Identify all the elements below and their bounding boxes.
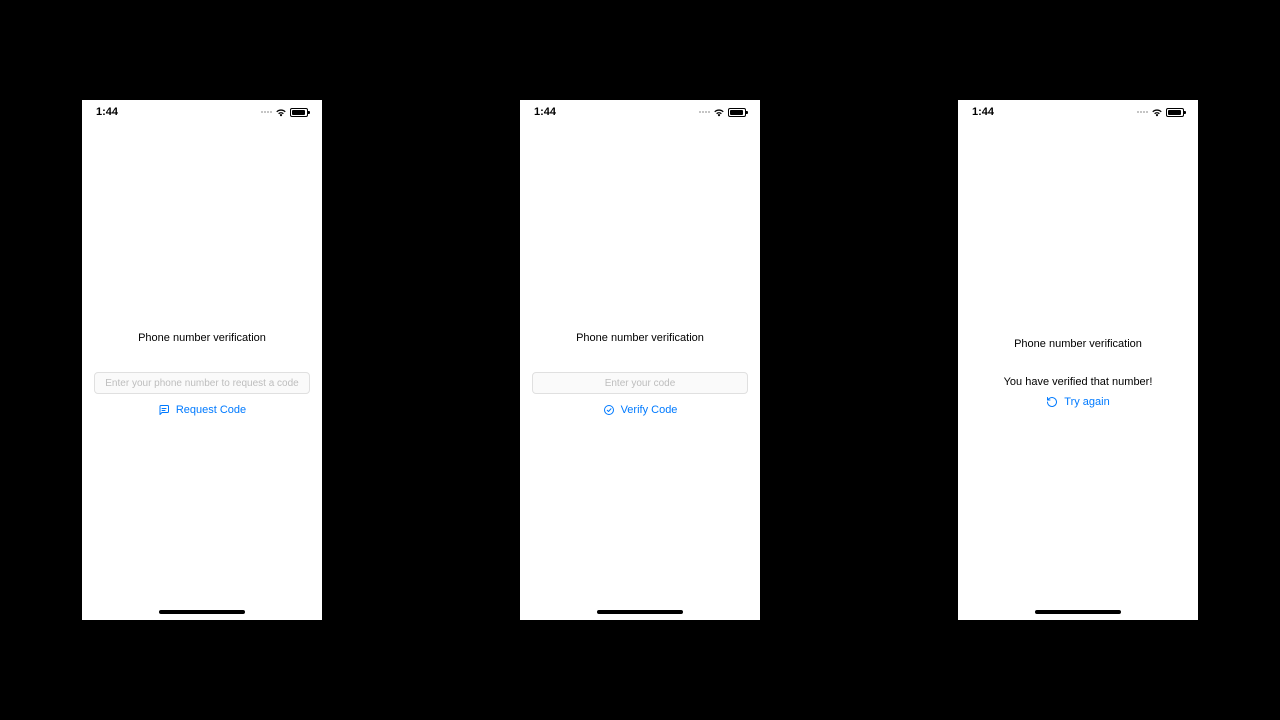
- check-circle-icon: [603, 404, 615, 416]
- verify-code-button[interactable]: Verify Code: [603, 404, 678, 416]
- page-title: Phone number verification: [1014, 338, 1142, 350]
- request-code-label: Request Code: [176, 404, 246, 416]
- screen-content: Phone number verification You have verif…: [958, 100, 1198, 620]
- phone-number-input[interactable]: [94, 372, 310, 394]
- home-indicator: [1035, 610, 1121, 614]
- success-message: You have verified that number!: [1004, 376, 1153, 388]
- try-again-button[interactable]: Try again: [1046, 396, 1109, 408]
- page-title: Phone number verification: [138, 332, 266, 344]
- phone-screen-success: 1:44 Phone number verification You have …: [958, 100, 1198, 620]
- message-icon: [158, 404, 170, 416]
- try-again-label: Try again: [1064, 396, 1109, 408]
- phone-screen-verify: 1:44 Phone number verification Verify Co…: [520, 100, 760, 620]
- screen-content: Phone number verification Verify Code: [520, 100, 760, 620]
- verification-code-input[interactable]: [532, 372, 748, 394]
- screen-content: Phone number verification Request Code: [82, 100, 322, 620]
- verify-code-label: Verify Code: [621, 404, 678, 416]
- request-code-button[interactable]: Request Code: [158, 404, 246, 416]
- refresh-icon: [1046, 396, 1058, 408]
- home-indicator: [159, 610, 245, 614]
- home-indicator: [597, 610, 683, 614]
- phone-screen-request: 1:44 Phone number verification Request C…: [82, 100, 322, 620]
- page-title: Phone number verification: [576, 332, 704, 344]
